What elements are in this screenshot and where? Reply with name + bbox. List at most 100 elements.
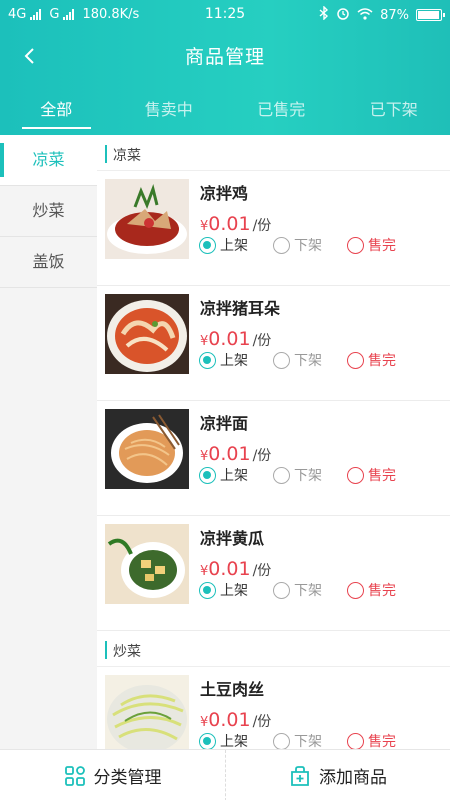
sidebar-item-stir-fry[interactable]: 炒菜	[0, 186, 97, 237]
product-name: 凉拌鸡	[200, 184, 249, 203]
radio-checked-icon	[199, 351, 216, 369]
option-label: 上架	[220, 353, 248, 369]
option-label: 下架	[294, 734, 322, 749]
price-amount: 0.01	[208, 443, 251, 465]
price-unit: /份	[252, 448, 272, 464]
price-amount: 0.01	[208, 328, 251, 350]
product-price: ¥0.01/份	[200, 558, 271, 580]
section-header: 凉菜	[97, 135, 450, 171]
radio-checked-icon	[199, 581, 216, 599]
product-price: ¥0.01/份	[200, 443, 271, 465]
status-options: 上架 下架 售完	[199, 580, 421, 600]
option-label: 上架	[220, 468, 248, 484]
product-image	[105, 524, 189, 604]
product-item[interactable]: 凉拌黄瓜 ¥0.01/份 上架 下架 售完	[97, 516, 450, 631]
option-sold-out[interactable]: 售完	[347, 465, 421, 485]
price-unit: /份	[252, 218, 272, 234]
section-label: 凉菜	[113, 148, 141, 164]
option-on-shelf[interactable]: 上架	[199, 350, 273, 370]
tab-off-shelf[interactable]: 已下架	[338, 88, 450, 132]
category-management-button[interactable]: 分类管理	[0, 750, 225, 800]
sidebar-item-rice-bowl[interactable]: 盖饭	[0, 237, 97, 288]
page-title: 商品管理	[184, 46, 265, 68]
radio-icon	[273, 732, 290, 749]
tab-bar: 全部 售卖中 已售完 已下架	[0, 88, 450, 132]
product-image	[105, 409, 189, 489]
nav-bar: 商品管理	[0, 30, 450, 80]
radio-icon	[347, 236, 364, 254]
option-label: 售完	[368, 734, 396, 749]
radio-checked-icon	[199, 466, 216, 484]
option-sold-out[interactable]: 售完	[347, 731, 421, 749]
header: 4G G 180.8K/s 11:25 87% 商品管理 全部 售卖中 已售完 …	[0, 0, 450, 135]
sidebar-item-cold-dishes[interactable]: 凉菜	[0, 135, 97, 186]
option-on-shelf[interactable]: 上架	[199, 580, 273, 600]
radio-checked-icon	[199, 732, 216, 749]
radio-icon	[273, 236, 290, 254]
product-price: ¥0.01/份	[200, 328, 271, 350]
option-sold-out[interactable]: 售完	[347, 350, 421, 370]
category-management-label: 分类管理	[93, 768, 162, 788]
option-off-shelf[interactable]: 下架	[273, 731, 347, 749]
option-off-shelf[interactable]: 下架	[273, 580, 347, 600]
price-unit: /份	[252, 563, 272, 579]
option-on-shelf[interactable]: 上架	[199, 235, 273, 255]
product-item[interactable]: 凉拌鸡 ¥0.01/份 上架 下架 售完	[97, 171, 450, 286]
price-amount: 0.01	[208, 213, 251, 235]
product-item[interactable]: 土豆肉丝 ¥0.01/份 上架 下架 售完	[97, 667, 450, 749]
tab-sold-out[interactable]: 已售完	[225, 88, 338, 132]
product-price: ¥0.01/份	[200, 213, 271, 235]
product-name: 土豆肉丝	[200, 680, 265, 699]
option-label: 售完	[368, 353, 396, 369]
price-unit: /份	[252, 714, 272, 730]
section-header: 炒菜	[97, 631, 450, 667]
option-off-shelf[interactable]: 下架	[273, 235, 347, 255]
option-sold-out[interactable]: 售完	[347, 235, 421, 255]
radio-checked-icon	[199, 236, 216, 254]
product-item[interactable]: 凉拌猪耳朵 ¥0.01/份 上架 下架 售完	[97, 286, 450, 401]
option-on-shelf[interactable]: 上架	[199, 731, 273, 749]
status-bar: 4G G 180.8K/s 11:25 87%	[0, 0, 450, 30]
category-sidebar: 凉菜 炒菜 盖饭	[0, 135, 97, 749]
battery-fill	[418, 11, 439, 19]
option-label: 下架	[294, 353, 322, 369]
option-label: 下架	[294, 238, 322, 254]
product-list: 凉菜 凉拌鸡 ¥0.01/份 上架 下架 售完 凉拌猪耳朵 ¥0.01/份 上架…	[97, 135, 450, 749]
option-label: 售完	[368, 468, 396, 484]
add-product-icon	[291, 765, 309, 786]
add-product-button[interactable]: 添加商品	[225, 750, 450, 800]
option-on-shelf[interactable]: 上架	[199, 465, 273, 485]
grid-icon	[64, 765, 85, 786]
status-options: 上架 下架 售完	[199, 350, 421, 370]
wifi-icon	[357, 7, 373, 24]
price-amount: 0.01	[208, 709, 251, 731]
bottom-action-bar: 分类管理 添加商品	[0, 749, 450, 800]
battery-percent: 87%	[380, 7, 409, 23]
option-label: 上架	[220, 583, 248, 599]
status-options: 上架 下架 售完	[199, 235, 421, 255]
option-off-shelf[interactable]: 下架	[273, 465, 347, 485]
option-label: 下架	[294, 468, 322, 484]
bluetooth-icon	[319, 5, 329, 24]
tab-on-sale[interactable]: 售卖中	[113, 88, 226, 132]
product-item[interactable]: 凉拌面 ¥0.01/份 上架 下架 售完	[97, 401, 450, 516]
status-options: 上架 下架 售完	[199, 465, 421, 485]
option-label: 上架	[220, 238, 248, 254]
option-label: 上架	[220, 734, 248, 749]
section-label: 炒菜	[113, 644, 141, 660]
price-amount: 0.01	[208, 558, 251, 580]
add-product-label: 添加商品	[319, 768, 387, 788]
option-sold-out[interactable]: 售完	[347, 580, 421, 600]
alarm-icon	[336, 6, 350, 24]
section-marker	[105, 641, 107, 659]
radio-icon	[273, 351, 290, 369]
option-off-shelf[interactable]: 下架	[273, 350, 347, 370]
radio-icon	[347, 581, 364, 599]
product-name: 凉拌面	[200, 414, 249, 433]
option-label: 售完	[368, 583, 396, 599]
product-image	[105, 675, 189, 749]
option-label: 售完	[368, 238, 396, 254]
tab-all[interactable]: 全部	[0, 88, 113, 132]
product-name: 凉拌猪耳朵	[200, 299, 281, 318]
price-unit: /份	[252, 333, 272, 349]
